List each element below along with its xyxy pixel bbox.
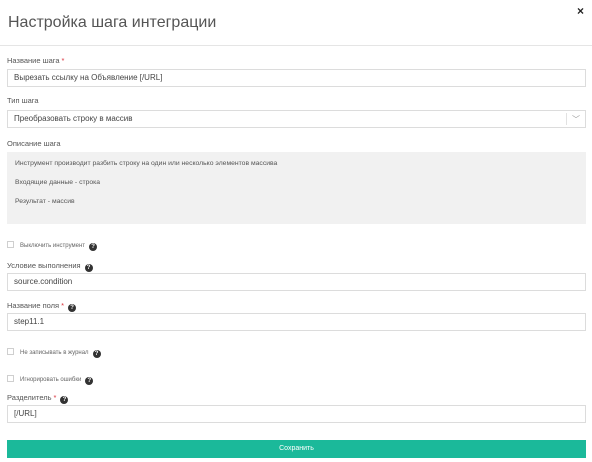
help-icon[interactable]: ?	[89, 243, 98, 251]
description-line: Входящие данные - строка	[15, 179, 101, 186]
dialog-title: Настройка шага интеграции	[8, 14, 217, 31]
step-name-label: Название шага *	[7, 56, 64, 65]
help-icon[interactable]: ?	[92, 350, 101, 358]
select-divider	[566, 113, 567, 125]
condition-input[interactable]: source.condition	[7, 273, 586, 291]
step-type-label: Тип шага	[7, 96, 39, 105]
help-icon[interactable]: ?	[68, 304, 77, 312]
help-icon[interactable]: ?	[60, 396, 69, 404]
save-button[interactable]: Сохранить	[7, 440, 586, 458]
ignore-errors-checkbox[interactable]	[7, 375, 14, 382]
step-name-input[interactable]: Вырезать ссылку на Объявление [/URL]	[7, 69, 586, 87]
help-icon[interactable]: ?	[84, 264, 93, 272]
condition-label-text: Условие выполнения	[7, 261, 81, 270]
field-name-label: Название поля *?	[7, 301, 77, 312]
ignore-errors-row: Игнорировать ошибки?	[7, 375, 94, 385]
disable-tool-checkbox[interactable]	[7, 241, 14, 248]
step-description-box: Инструмент производит разбить строку на …	[7, 152, 586, 224]
disable-tool-label: Выключить инструмент	[20, 243, 86, 249]
required-mark: *	[53, 393, 57, 402]
separator-label-text: Разделитель	[7, 393, 52, 402]
description-line: Инструмент производит разбить строку на …	[15, 160, 278, 167]
close-icon[interactable]: ×	[577, 4, 584, 18]
ignore-errors-label: Игнорировать ошибки	[20, 377, 82, 383]
step-description-label: Описание шага	[7, 139, 61, 148]
help-icon[interactable]: ?	[85, 377, 94, 385]
no-log-row: Не записывать в журнал?	[7, 348, 101, 358]
separator-label: Разделитель *?	[7, 393, 69, 404]
field-name-label-text: Название поля	[7, 301, 60, 310]
step-name-label-text: Название шага	[7, 56, 60, 65]
no-log-checkbox[interactable]	[7, 348, 14, 355]
no-log-label: Не записывать в журнал	[20, 350, 89, 356]
disable-tool-row: Выключить инструмент?	[7, 241, 98, 251]
step-type-select[interactable]: Преобразовать строку в массив ﹀	[7, 110, 586, 128]
step-type-value: Преобразовать строку в массив	[14, 114, 133, 123]
description-line: Результат - массив	[15, 198, 75, 205]
dialog-header: Настройка шага интеграции ×	[0, 0, 592, 46]
required-mark: *	[61, 301, 65, 310]
chevron-down-icon[interactable]: ﹀	[572, 112, 580, 128]
condition-label: Условие выполнения?	[7, 261, 93, 272]
field-name-input[interactable]: step11.1	[7, 313, 586, 331]
required-mark: *	[61, 56, 65, 65]
separator-input[interactable]: [/URL]	[7, 405, 586, 423]
